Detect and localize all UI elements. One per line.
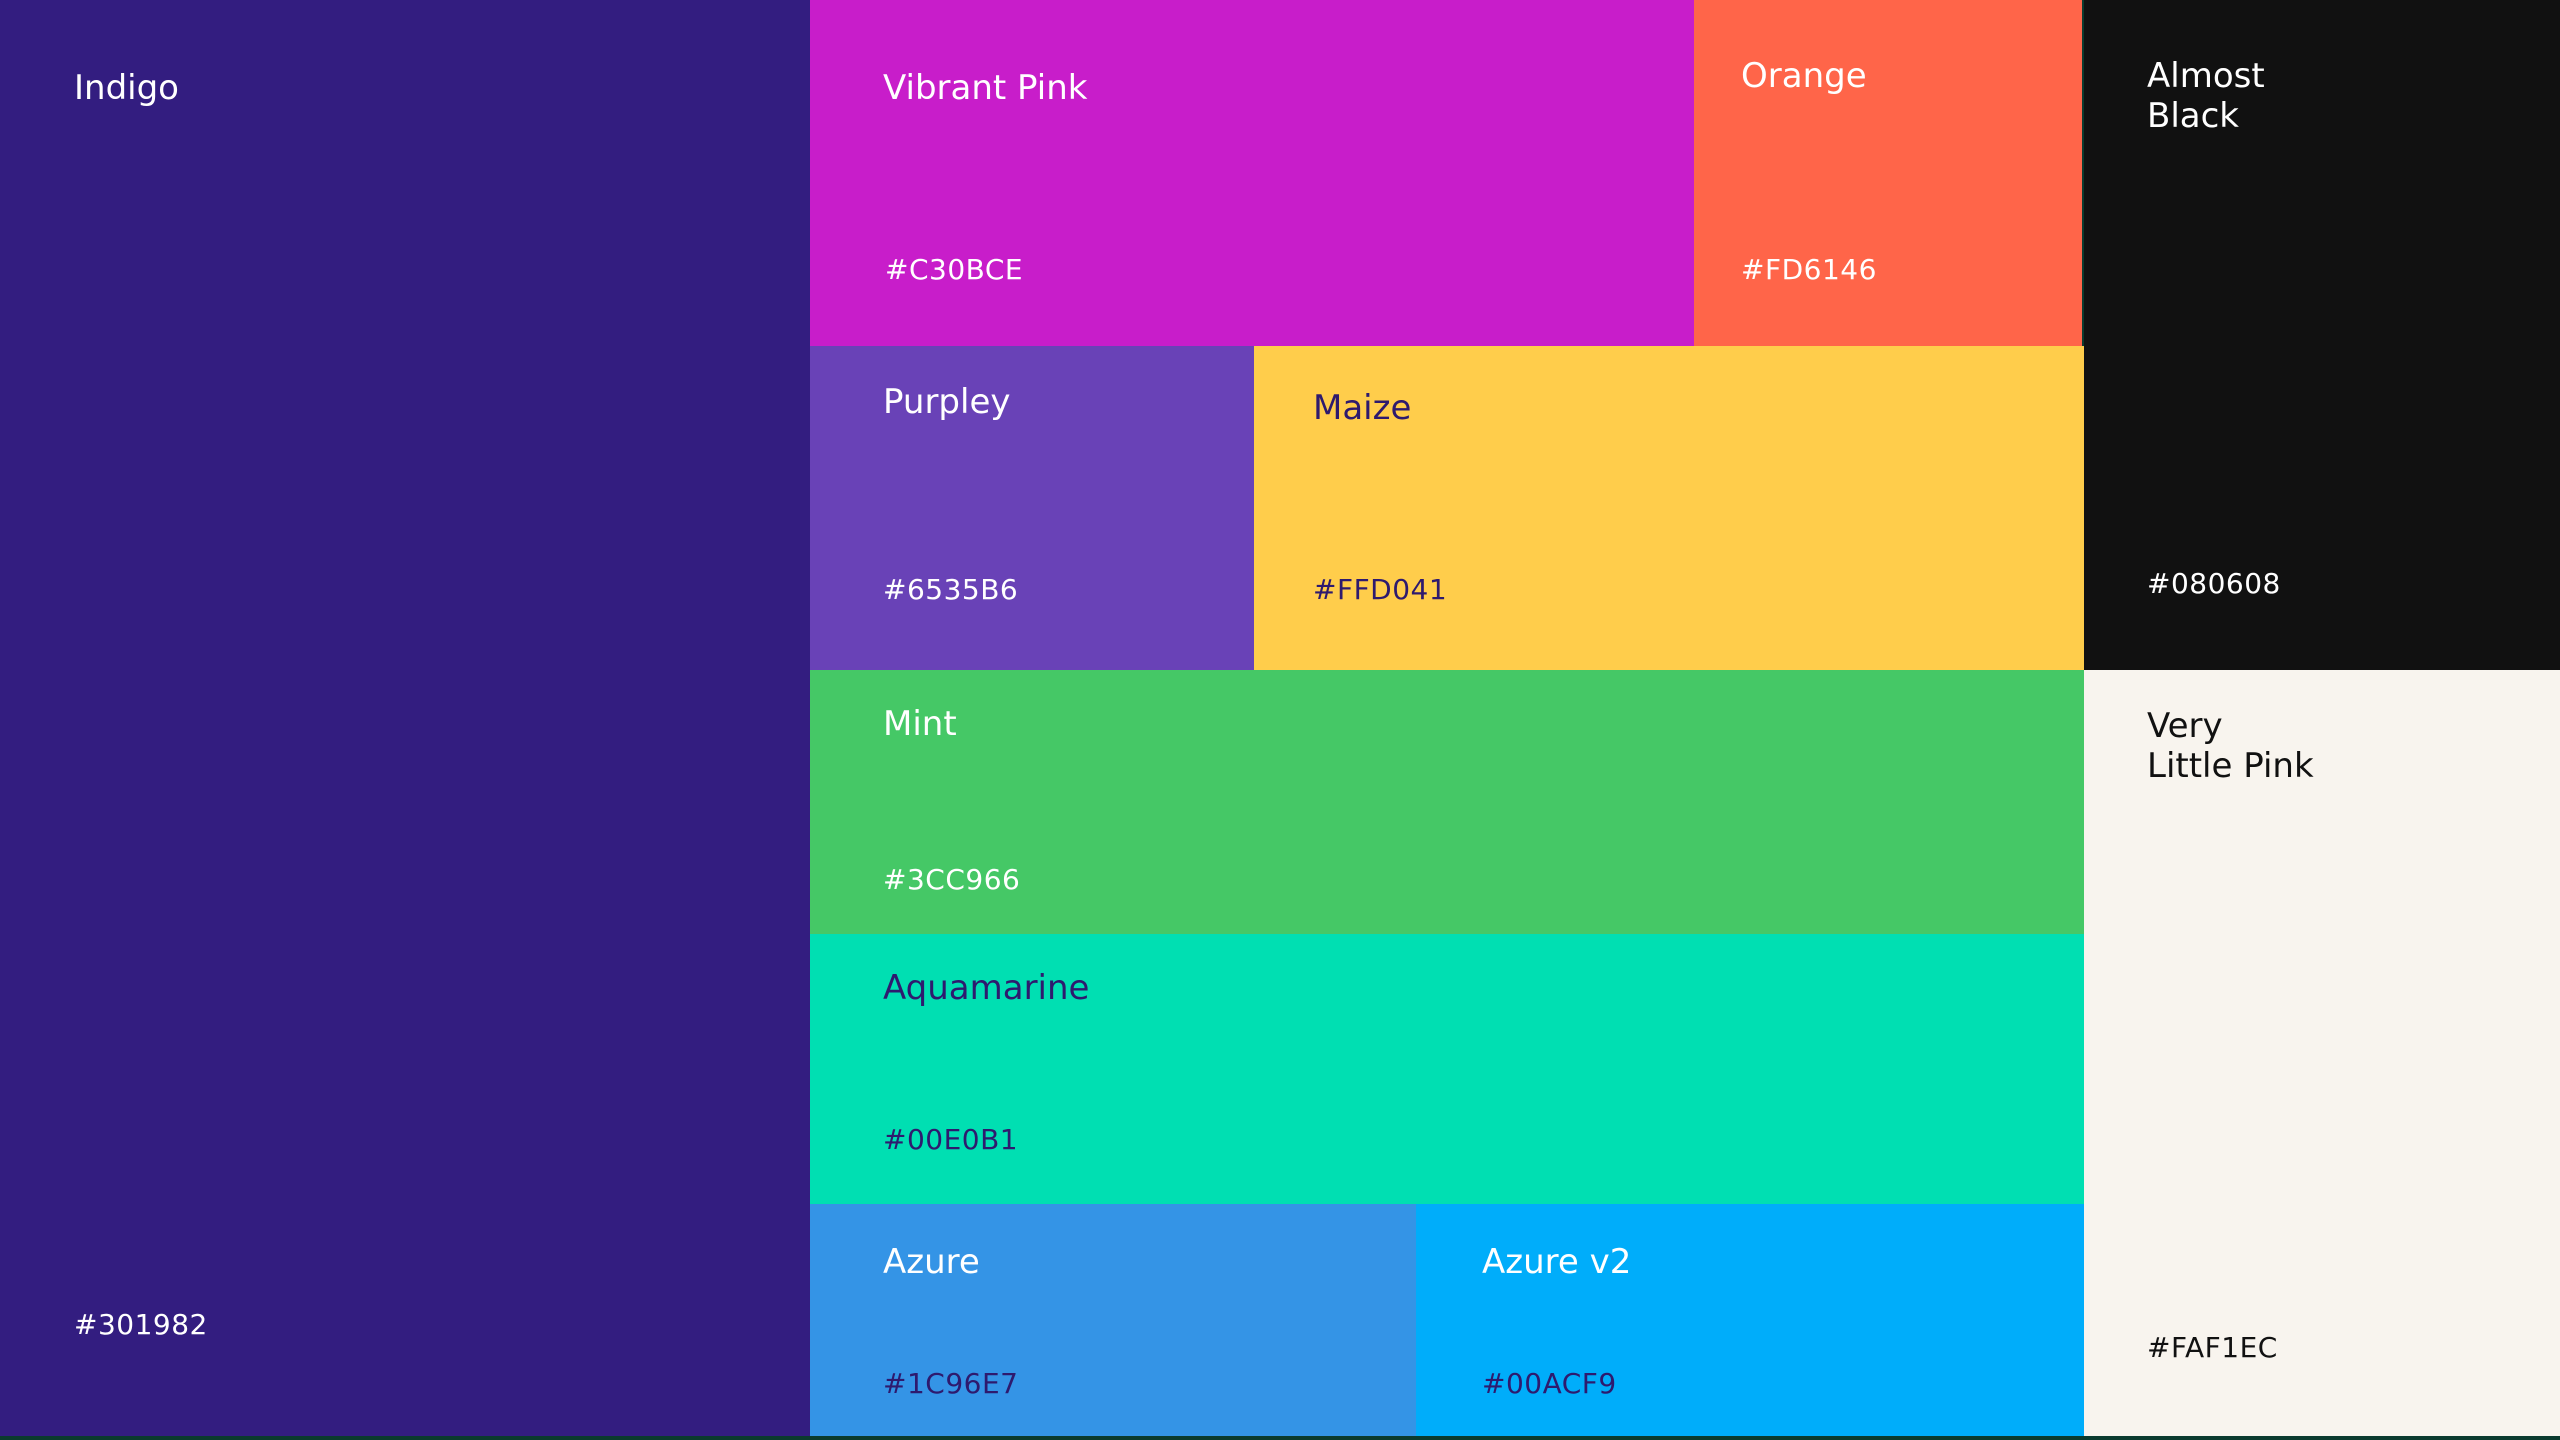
swatch-hex: #6535B6 — [883, 573, 1019, 606]
swatch-azure: Azure #1C96E7 — [810, 1204, 1416, 1436]
swatch-vibrant-pink: Vibrant Pink #C30BCE — [810, 0, 1694, 346]
swatch-hex: #FAF1EC — [2147, 1331, 2278, 1364]
swatch-indigo: Indigo #301982 — [0, 0, 810, 1436]
swatch-name: Purpley — [883, 382, 1011, 422]
swatch-aquamarine: Aquamarine #00E0B1 — [810, 934, 2084, 1204]
swatch-name: Azure — [883, 1242, 980, 1282]
swatch-name: Aquamarine — [883, 968, 1090, 1008]
swatch-name: Vibrant Pink — [883, 68, 1088, 108]
swatch-name: Indigo — [74, 68, 179, 108]
swatch-very-little-pink: Very Little Pink #FAF1EC — [2084, 670, 2560, 1436]
swatch-name: Very Little Pink — [2147, 706, 2314, 786]
swatch-hex: #FFD041 — [1313, 573, 1448, 606]
swatch-name: Maize — [1313, 388, 1412, 428]
swatch-orange: Orange #FD6146 — [1694, 0, 2082, 346]
swatch-hex: #1C96E7 — [883, 1367, 1019, 1400]
swatch-azure-v2: Azure v2 #00ACF9 — [1416, 1204, 2084, 1436]
swatch-name: Orange — [1741, 56, 1867, 96]
swatch-hex: #FD6146 — [1741, 253, 1877, 286]
swatch-hex: #00E0B1 — [883, 1123, 1019, 1156]
swatch-hex: #3CC966 — [883, 863, 1021, 896]
swatch-hex: #301982 — [74, 1308, 208, 1341]
swatch-hex: #00ACF9 — [1482, 1367, 1617, 1400]
swatch-purpley: Purpley #6535B6 — [810, 346, 1254, 670]
swatch-maize: Maize #FFD041 — [1254, 346, 2084, 670]
swatch-name: Mint — [883, 704, 957, 744]
swatch-name: Azure v2 — [1482, 1242, 1632, 1282]
swatch-name: Almost Black — [2147, 56, 2265, 136]
color-palette: Indigo #301982 Vibrant Pink #C30BCE Oran… — [0, 0, 2560, 1440]
swatch-hex: #C30BCE — [885, 253, 1024, 286]
swatch-hex: #080608 — [2147, 567, 2281, 600]
swatch-mint: Mint #3CC966 — [810, 670, 2084, 934]
swatch-almost-black: Almost Black #080608 — [2084, 0, 2560, 670]
